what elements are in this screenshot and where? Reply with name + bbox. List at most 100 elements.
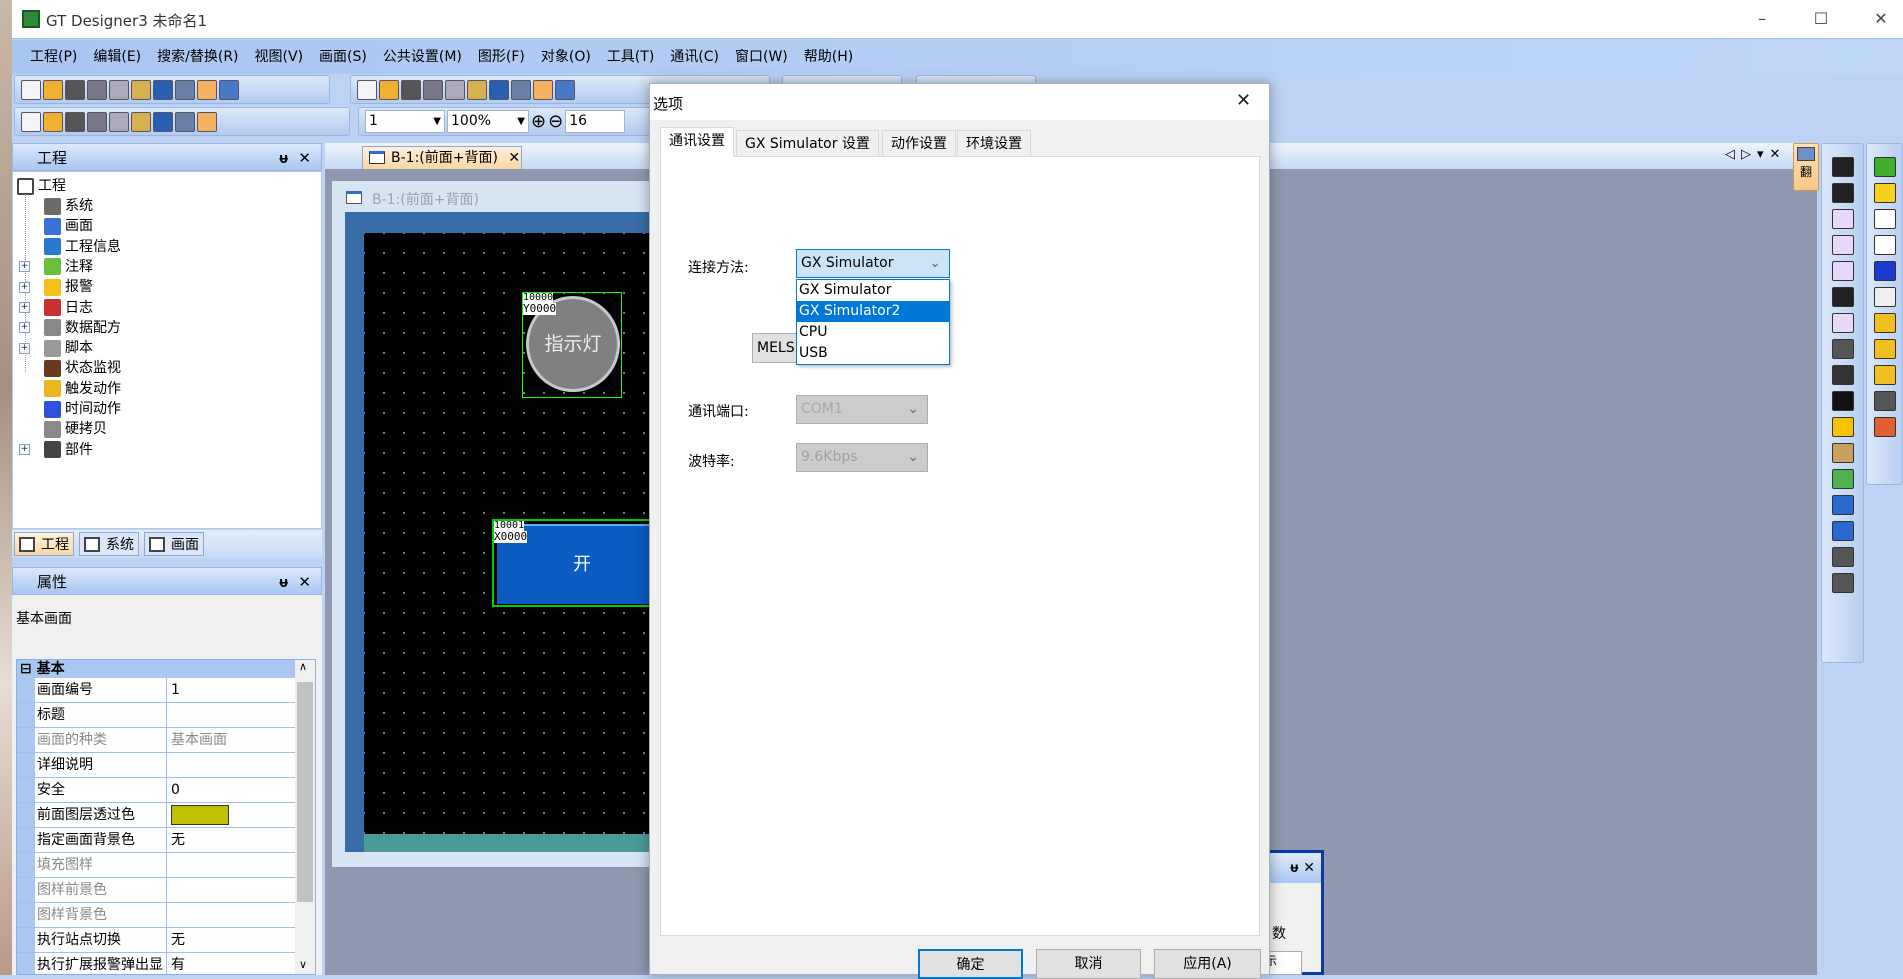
paste-icon[interactable] [131,79,151,100]
tab-screen-b1[interactable]: B-1:(前面+背面) ✕ [362,146,522,169]
zoom-in-icon[interactable]: ⊕ [531,111,546,132]
tab-close-icon[interactable]: ✕ [508,150,520,166]
panel-pin-close[interactable]: ᵾ ✕ [279,144,311,172]
panel-tab[interactable]: 画面 [144,532,204,556]
pipe-icon[interactable] [1831,365,1854,385]
undo-icon[interactable] [153,79,173,100]
select-pointer-icon[interactable] [197,79,217,100]
component-icon[interactable] [467,79,487,100]
tab-action-settings[interactable]: 动作设置 [882,130,956,157]
screen-canvas[interactable]: 指示灯 10000 Y0000 开 10001 X0000 [364,233,667,834]
menu-item[interactable]: 搜索/替换(R) [149,40,246,74]
scrollbar-thumb[interactable] [297,682,313,902]
alarm-search-icon[interactable] [1873,339,1896,359]
new-screen-icon[interactable] [21,111,41,132]
cut-icon[interactable] [87,79,107,100]
graph-icon[interactable] [1873,417,1896,437]
paint-brush-icon[interactable] [1831,443,1854,463]
capture-area-icon[interactable] [1831,573,1854,593]
data-icon[interactable] [489,79,509,100]
switch-object-icon[interactable] [1873,157,1896,177]
dxf-import-icon[interactable] [1831,495,1854,515]
tab-list-icon[interactable]: ▾ [1757,147,1770,162]
project-info-icon[interactable] [423,79,443,100]
expand-icon[interactable]: + [19,261,30,273]
circle-icon[interactable] [1831,261,1854,281]
menu-item[interactable]: 图形(F) [470,40,533,74]
dropdown-option[interactable]: CPU [797,322,949,343]
property-row[interactable]: 详细说明 [17,753,295,778]
line-icon[interactable] [1831,157,1854,177]
lamp-object-icon[interactable] [1873,183,1896,203]
close-icon[interactable]: ✕ [1303,860,1315,876]
polyline-icon[interactable] [1831,183,1854,203]
overlap-icon[interactable] [533,79,553,100]
connection-method-select[interactable]: GX Simulator ⌄ [796,249,950,278]
save-icon[interactable] [65,79,85,100]
tab-environment-settings[interactable]: 环境设置 [957,130,1031,157]
rectangle-icon[interactable] [1831,209,1854,229]
tree-root[interactable]: 工程 [17,176,66,196]
property-row[interactable]: 填充图样 [17,853,295,878]
menu-item[interactable]: 编辑(E) [85,40,149,74]
property-row[interactable]: 画面的种类 基本画面 [17,728,295,753]
close-icon[interactable]: ✕ [298,573,311,591]
pin-icon[interactable]: ᵾ [1290,860,1298,876]
property-row[interactable]: 图样前景色 [17,878,295,903]
pattern-icon[interactable] [131,111,151,132]
zoom-out-icon[interactable]: ⊖ [548,111,563,132]
scale-icon[interactable] [1831,339,1854,359]
tree-item[interactable]: 状态监视 [19,358,121,378]
tree-item[interactable]: 时间动作 [19,399,121,419]
copy-icon[interactable] [109,79,129,100]
scroll-up-icon[interactable]: ∧ [299,660,307,673]
image-icon[interactable] [1831,469,1854,489]
panel-tab[interactable]: 系统 [79,532,139,556]
tree-item[interactable]: 硬拷贝 [19,419,107,439]
comment-display-icon[interactable] [1873,287,1896,307]
alarm-history-icon[interactable] [1873,313,1896,333]
polygon-icon[interactable] [1831,235,1854,255]
pin-icon[interactable]: ᵾ [279,149,288,167]
tree-item[interactable]: + 部件 [19,440,93,460]
pin-icon[interactable]: ᵾ [279,573,288,591]
menu-item[interactable]: 工具(T) [599,40,662,74]
expand-icon[interactable]: + [19,302,30,313]
tab-comm-settings[interactable]: 通讯设置 [660,127,734,157]
dropdown-option[interactable]: USB [797,343,949,364]
minimize-button[interactable]: – [1739,6,1785,32]
scroll-right-icon[interactable]: ▷ [1741,147,1757,162]
arc-icon[interactable] [1831,287,1854,307]
capture-icon[interactable] [1831,547,1854,567]
iges-import-icon[interactable] [1831,521,1854,541]
window-screen-icon[interactable] [379,79,399,100]
tree-item[interactable]: 画面 [19,216,93,236]
property-row[interactable]: 执行扩展报警弹出显有 [17,953,295,974]
open-folder-icon[interactable] [43,79,63,100]
parts-display-icon[interactable] [1873,391,1896,411]
tree-item[interactable]: 触发动作 [19,379,121,399]
expand-icon[interactable]: + [19,281,30,293]
tree-item[interactable]: 系统 [19,196,93,216]
close-icon[interactable]: ✕ [298,149,311,167]
help-icon[interactable] [219,79,239,100]
menu-item[interactable]: 画面(S) [311,40,375,74]
system-screen-icon[interactable] [401,79,421,100]
zoom-select[interactable]: 100% ▼ [447,110,529,133]
menu-item[interactable]: 公共设置(M) [375,40,470,74]
property-category[interactable]: ⊟ 基本 [17,660,295,678]
collapse-icon[interactable]: ⊟ [20,661,32,677]
maximize-button[interactable]: ☐ [1798,6,1844,32]
redo-icon[interactable] [175,79,195,100]
lamp-object[interactable]: 指示灯 10000 Y0000 [522,292,622,398]
panel-pin-close[interactable]: ᵾ ✕ [279,568,311,596]
menu-item[interactable]: 对象(O) [533,40,599,74]
fill-color-icon[interactable] [175,111,195,132]
tab-gx-simulator-settings[interactable]: GX Simulator 设置 [736,130,879,157]
panel-tab[interactable]: 工程 [14,532,74,556]
property-row[interactable]: 执行站点切换无 [17,928,295,953]
property-row[interactable]: 图样背景色 [17,903,295,928]
text-icon[interactable] [1831,391,1854,411]
toolbox-tab[interactable]: 翻 [1793,143,1819,191]
forward-icon[interactable] [87,111,107,132]
